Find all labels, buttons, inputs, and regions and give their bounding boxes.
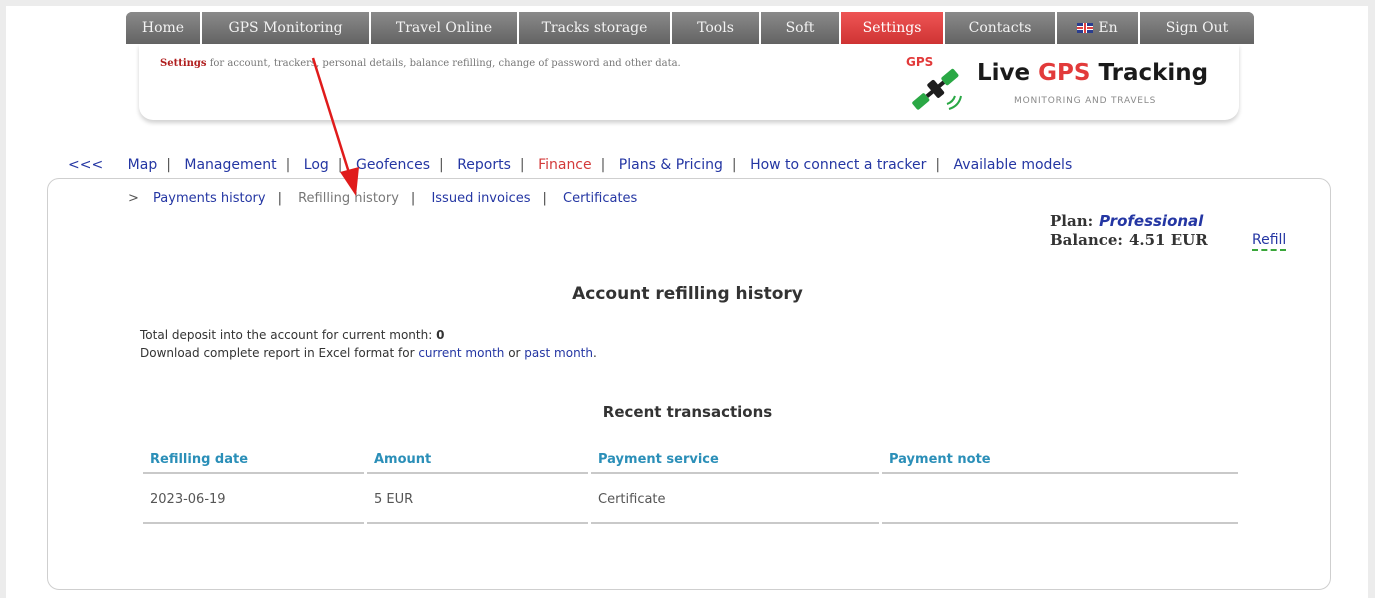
logo-title: Live GPS Tracking — [977, 60, 1208, 86]
finance-nav-certificates[interactable]: Certificates — [563, 191, 637, 206]
account-plan-info: Plan: Professional Balance: 4.51 EUR — [1050, 212, 1208, 250]
satellite-icon: GPS — [906, 55, 962, 110]
menu-contacts-label: Contacts — [968, 20, 1032, 36]
logo-title-tracking: Tracking — [1090, 60, 1209, 86]
transactions-table: Refilling date Amount Payment service Pa… — [140, 446, 1241, 524]
banner-desc-bold: Settings — [160, 58, 207, 69]
menu-tools[interactable]: Tools — [672, 12, 761, 44]
menu-tracks-storage[interactable]: Tracks storage — [519, 12, 672, 44]
menu-gps-monitoring-label: GPS Monitoring — [228, 20, 343, 36]
menu-language-label: En — [1098, 20, 1118, 36]
cell-amount: 5 EUR — [367, 474, 588, 524]
deposit-text: Total deposit into the account for curre… — [140, 328, 437, 342]
nav-reports[interactable]: Reports — [457, 157, 511, 173]
plan-name: Professional — [1099, 212, 1204, 230]
menu-settings[interactable]: Settings — [841, 12, 945, 44]
refill-link[interactable]: Refill — [1252, 232, 1287, 251]
recent-transactions-title: Recent transactions — [602, 403, 773, 421]
menu-soft-label: Soft — [785, 20, 815, 36]
page-title: Account refilling history — [572, 284, 803, 304]
nav-log[interactable]: Log — [304, 157, 329, 173]
menu-tracks-storage-label: Tracks storage — [541, 20, 648, 36]
banner: Settings for account, trackers, personal… — [139, 44, 1239, 120]
cell-payment-service: Certificate — [591, 474, 879, 524]
plan-label: Plan: — [1050, 212, 1094, 230]
uk-flag-icon — [1077, 23, 1094, 33]
finance-navigation: > Payments history | Refilling history | I… — [128, 191, 638, 206]
deposit-value: 0 — [436, 328, 445, 342]
finance-nav-arrow: > — [128, 191, 139, 206]
column-header-payment-note: Payment note — [882, 446, 1238, 474]
table-row: 2023-06-19 5 EUR Certificate — [143, 474, 1238, 524]
menu-sign-out[interactable]: Sign Out — [1140, 12, 1254, 44]
column-header-payment-service: Payment service — [591, 446, 879, 474]
column-header-amount: Amount — [367, 446, 588, 474]
nav-available-models[interactable]: Available models — [954, 157, 1073, 173]
deposit-info: Total deposit into the account for curre… — [140, 326, 597, 362]
nav-map[interactable]: Map — [128, 157, 158, 173]
finance-nav-payments-history[interactable]: Payments history — [153, 191, 266, 206]
sub-navigation: <<< Map | Management | Log | Geofences | Rep… — [68, 157, 1073, 173]
download-text-1: Download complete report in Excel format… — [140, 346, 419, 360]
finance-nav-refilling-history[interactable]: Refilling history — [298, 191, 399, 206]
finance-nav-issued-invoices[interactable]: Issued invoices — [431, 191, 530, 206]
table-header-row: Refilling date Amount Payment service Pa… — [143, 446, 1238, 474]
download-current-month-link[interactable]: current month — [418, 346, 504, 360]
balance-row: Balance: 4.51 EUR — [1050, 231, 1208, 250]
download-text-3: . — [593, 346, 597, 360]
nav-finance[interactable]: Finance — [538, 157, 592, 173]
deposit-line: Total deposit into the account for curre… — [140, 326, 597, 344]
download-past-month-link[interactable]: past month — [524, 346, 593, 360]
nav-connect-tracker[interactable]: How to connect a tracker — [750, 157, 926, 173]
nav-management[interactable]: Management — [184, 157, 276, 173]
nav-geofences[interactable]: Geofences — [356, 157, 430, 173]
menu-language[interactable]: En — [1057, 12, 1140, 44]
menu-sign-out-label: Sign Out — [1165, 20, 1229, 36]
menu-home-label: Home — [141, 20, 185, 36]
logo[interactable]: GPS Live GPS Tracking MONITORING AND TRA… — [903, 54, 1233, 114]
balance-value: 4.51 EUR — [1128, 231, 1208, 249]
menu-soft[interactable]: Soft — [761, 12, 841, 44]
top-menu: Home GPS Monitoring Travel Online Tracks… — [126, 12, 1254, 44]
plan-row: Plan: Professional — [1050, 212, 1208, 231]
menu-travel-online-label: Travel Online — [395, 20, 493, 36]
menu-tools-label: Tools — [697, 20, 734, 36]
download-text-2: or — [504, 346, 525, 360]
column-header-refilling-date: Refilling date — [143, 446, 364, 474]
menu-gps-monitoring[interactable]: GPS Monitoring — [202, 12, 371, 44]
menu-home[interactable]: Home — [126, 12, 202, 44]
logo-mark-text: GPS — [906, 55, 933, 69]
menu-contacts[interactable]: Contacts — [945, 12, 1057, 44]
nav-plans-pricing[interactable]: Plans & Pricing — [619, 157, 723, 173]
balance-label: Balance: — [1050, 231, 1123, 249]
cell-refilling-date: 2023-06-19 — [143, 474, 364, 524]
download-line: Download complete report in Excel format… — [140, 344, 597, 362]
logo-title-gps: GPS — [1038, 60, 1091, 86]
logo-title-live: Live — [977, 60, 1039, 86]
back-link[interactable]: <<< — [68, 157, 103, 173]
cell-payment-note — [882, 474, 1238, 524]
logo-subtitle: MONITORING AND TRAVELS — [1014, 96, 1157, 106]
banner-description: Settings for account, trackers, personal… — [160, 58, 681, 69]
banner-desc-rest: for account, trackers, personal details,… — [206, 58, 681, 69]
menu-settings-label: Settings — [862, 20, 922, 36]
menu-travel-online[interactable]: Travel Online — [371, 12, 519, 44]
